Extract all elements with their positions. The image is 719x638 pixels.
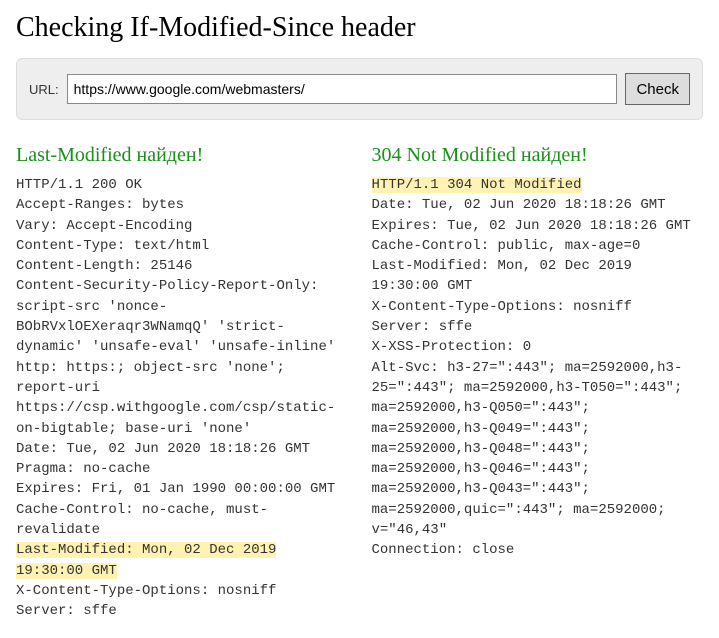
right-headers-highlight: HTTP/1.1 304 Not Modified [372, 177, 582, 193]
url-input[interactable] [67, 74, 618, 104]
right-headers-after: Date: Tue, 02 Jun 2020 18:18:26 GMTExpir… [372, 197, 691, 558]
left-headers-highlight: Last-Modified: Mon, 02 Dec 2019 19:30:00… [16, 542, 276, 578]
url-bar: URL: Check [16, 58, 703, 120]
results-columns: Last-Modified найден! HTTP/1.1 200 OKAcc… [16, 144, 703, 622]
right-column: 304 Not Modified найден! HTTP/1.1 304 No… [372, 144, 704, 622]
page-title: Checking If-Modified-Since header [16, 12, 703, 44]
left-headers-before: HTTP/1.1 200 OKAccept-Ranges: bytesVary:… [16, 177, 335, 538]
right-headers: HTTP/1.1 304 Not Modified Date: Tue, 02 … [372, 175, 704, 561]
left-heading: Last-Modified найден! [16, 144, 348, 167]
left-headers-after: X-Content-Type-Options: nosniffServer: s… [16, 583, 276, 619]
right-heading: 304 Not Modified найден! [372, 144, 704, 167]
check-button[interactable]: Check [625, 73, 690, 105]
left-headers: HTTP/1.1 200 OKAccept-Ranges: bytesVary:… [16, 175, 348, 622]
url-label: URL: [29, 82, 59, 97]
left-column: Last-Modified найден! HTTP/1.1 200 OKAcc… [16, 144, 348, 622]
